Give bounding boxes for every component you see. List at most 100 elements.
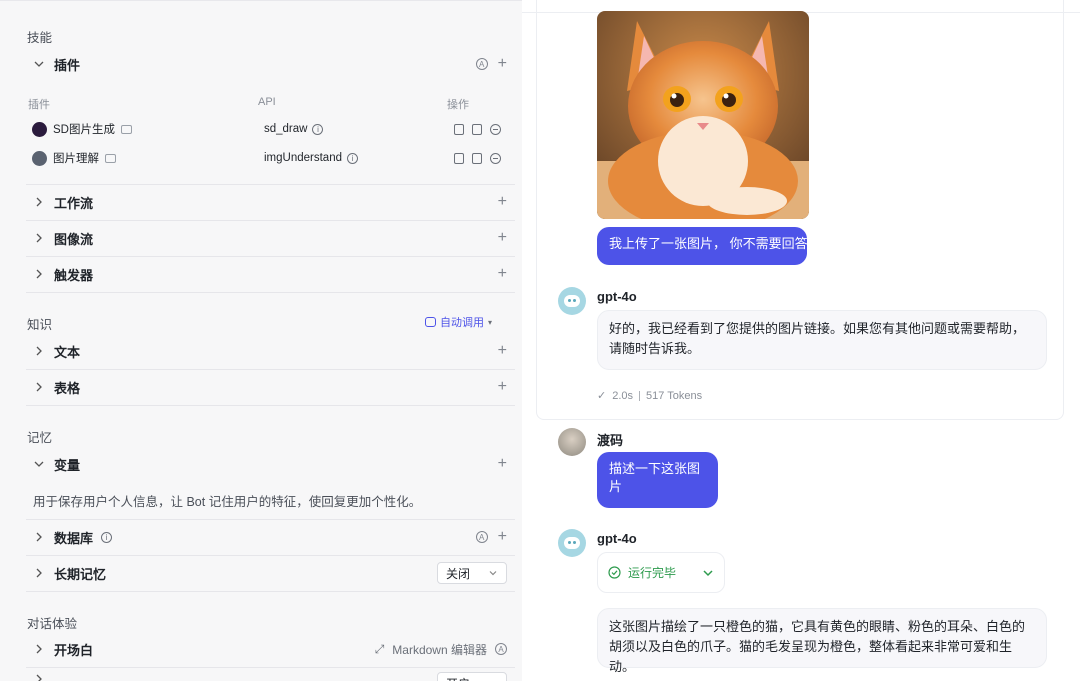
user-name: 渡码 [597,433,624,448]
doc-icon[interactable] [105,153,116,163]
chevron-right-icon [32,672,46,681]
divider [26,591,515,592]
divider [26,667,515,668]
text-section-header[interactable]: 文本 + [20,333,515,369]
img-plugin-avatar [32,150,47,166]
auto-call-label: 自动调用 [440,317,484,329]
plugin-api: imgUnderstand [264,152,342,164]
workflow-label: 工作流 [54,195,94,211]
auto-mode-icon[interactable]: A [475,531,488,543]
add-table-button[interactable]: + [498,379,507,395]
variables-section-header[interactable]: 变量 + [20,446,515,482]
run-status-label: 运行完毕 [628,566,677,580]
copy-icon[interactable] [454,123,464,135]
knowledge-section-title: 知识 [27,318,53,332]
chevron-right-icon [32,530,46,544]
chevron-right-icon [32,642,46,656]
text-label: 文本 [54,344,81,360]
plugin-row: SD图片生成 sd_draw i [32,119,512,139]
chevron-right-icon [32,267,46,281]
add-database-button[interactable]: + [498,529,507,545]
remove-icon[interactable] [490,123,501,135]
imageflow-section-header[interactable]: 图像流 + [20,220,515,256]
opening-section-header[interactable]: 开场白 ⤢ Markdown 编辑器 A [20,631,515,667]
long-memory-value: 关闭 [446,566,471,581]
chevron-right-icon [32,566,46,580]
chat-preview-panel: 我上传了一张图片， 你不需要回答 gpt-4o 好的，我已经看到了您提供的图片链… [522,0,1080,681]
opening-label: 开场白 [54,642,94,658]
remove-icon[interactable] [490,152,501,164]
chevron-down-icon [32,457,46,471]
sd-plugin-avatar [32,121,47,137]
skills-section-title: 技能 [27,31,53,45]
response-meta: ✓ 2.0s 517 Tokens [597,389,703,403]
imageflow-label: 图像流 [54,231,94,247]
chevron-down-icon [489,571,497,576]
markdown-editor-label[interactable]: Markdown 编辑器 [392,641,487,658]
next-section-header[interactable]: 开启 [20,669,515,681]
plugin-row: 图片理解 imgUnderstand i [32,148,512,168]
auto-mode-icon[interactable]: A [475,58,488,70]
long-memory-section-header[interactable]: 长期记忆 关闭 [20,555,515,591]
long-memory-select[interactable]: 关闭 [437,562,507,584]
add-text-button[interactable]: + [498,343,507,359]
trigger-label: 触发器 [54,267,94,283]
bot-name: gpt-4o [597,531,637,546]
database-section-header[interactable]: 数据库 i A + [20,519,515,555]
divider [26,405,515,406]
meta-separator [639,390,641,401]
info-icon[interactable]: i [346,152,358,164]
bot-avatar [558,529,586,557]
trigger-section-header[interactable]: 触发器 + [20,256,515,292]
workflow-section-header[interactable]: 工作流 + [20,184,515,220]
auto-call-dropdown[interactable]: 自动调用 ▾ [425,314,492,330]
bot-message-bubble: 这张图片描绘了一只橙色的猫，它具有黄色的眼睛、粉色的耳朵、白色的胡须以及白色的爪… [597,608,1047,674]
chevron-right-icon [32,344,46,358]
add-variable-button[interactable]: + [498,456,507,472]
memory-section-title: 记忆 [27,431,53,445]
response-tokens: 517 Tokens [646,389,703,402]
add-trigger-button[interactable]: + [498,266,507,282]
settings-icon[interactable] [472,123,482,135]
user-avatar [558,428,586,456]
response-time: 2.0s [612,389,634,402]
divider [26,292,515,293]
table-header-ops: 操作 [447,99,469,111]
add-imageflow-button[interactable]: + [498,230,507,246]
next-section-select[interactable]: 开启 [437,672,507,681]
table-label: 表格 [54,380,81,396]
check-circle-icon [608,566,621,579]
config-scroll-area: 技能 插件 A + 插件 API 操作 SD图片生成 sd_draw i 图片理… [6,1,515,681]
bot-config-panel: 技能 插件 A + 插件 API 操作 SD图片生成 sd_draw i 图片理… [0,0,522,681]
expand-icon[interactable]: ⤢ [375,642,385,657]
table-section-header[interactable]: 表格 + [20,369,515,405]
variables-label: 变量 [54,457,81,473]
chevron-down-icon [32,57,46,71]
database-label: 数据库 [54,530,94,546]
info-icon[interactable]: i [101,531,113,543]
user-message-bubble: 描述一下这张图片 [597,452,718,508]
info-icon[interactable]: i [312,123,324,135]
chevron-right-icon [32,380,46,394]
auto-mode-icon[interactable]: A [495,643,507,655]
bot-message-bubble: 好的，我已经看到了您提供的图片链接。如果您有其他问题或需要帮助，请随时告诉我。 [597,310,1047,370]
add-plugin-button[interactable]: + [498,56,507,72]
bot-avatar [558,287,586,315]
chevron-right-icon [32,195,46,209]
plugin-section-header[interactable]: 插件 A + [20,46,515,82]
bot-face-icon [564,295,580,307]
plugin-name: 图片理解 [53,153,99,165]
chevron-down-icon [703,569,713,576]
copy-icon[interactable] [454,152,464,164]
settings-icon[interactable] [472,152,482,164]
next-section-value: 开启 [446,675,470,681]
uploaded-cat-image[interactable] [597,11,809,219]
run-status-box[interactable]: 运行完毕 [597,552,725,593]
add-workflow-button[interactable]: + [498,194,507,210]
doc-icon[interactable] [120,124,132,134]
robot-icon [425,317,436,327]
chevron-right-icon [32,231,46,245]
check-icon: ✓ [597,390,607,402]
long-memory-label: 长期记忆 [54,566,107,582]
variables-description: 用于保存用户个人信息，让 Bot 记住用户的特征，使回复更加个性化。 [33,495,422,509]
